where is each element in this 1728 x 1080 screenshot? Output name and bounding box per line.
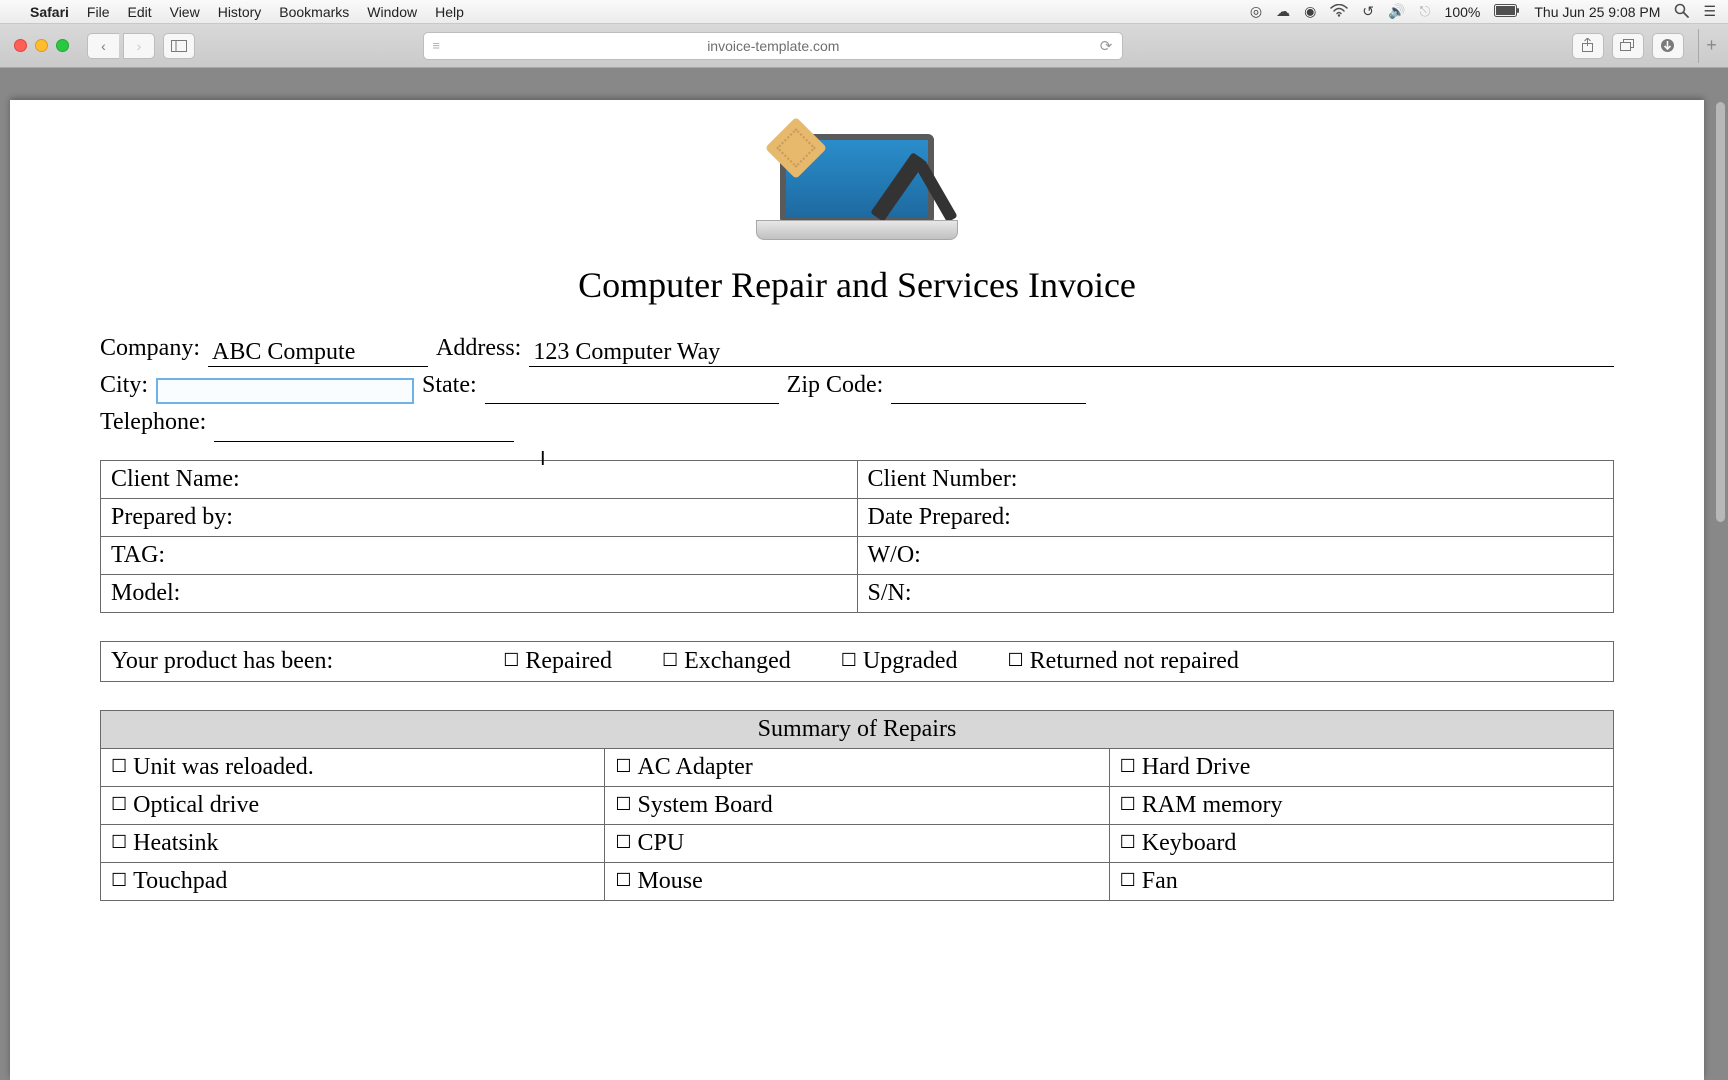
table-row: TAG: W/O: <box>101 536 1614 574</box>
summary-header: Summary of Repairs <box>101 710 1614 748</box>
option-returned[interactable]: ☐Returned not repaired <box>1008 648 1239 675</box>
summary-header-row: Summary of Repairs <box>101 710 1614 748</box>
company-label: Company: <box>100 330 200 367</box>
table-row: Prepared by: Date Prepared: <box>101 498 1614 536</box>
wifi-icon[interactable] <box>1330 4 1348 20</box>
menu-window[interactable]: Window <box>367 4 417 20</box>
tag-cell[interactable]: TAG: <box>101 536 858 574</box>
timemachine-icon[interactable]: ↺ <box>1362 3 1374 20</box>
zip-label: Zip Code: <box>787 367 884 404</box>
menu-history[interactable]: History <box>218 4 262 20</box>
option-upgraded[interactable]: ☐Upgraded <box>841 648 958 675</box>
downloads-button[interactable] <box>1652 33 1684 59</box>
siri-icon[interactable]: ◎ <box>1250 3 1262 20</box>
menu-help[interactable]: Help <box>435 4 464 20</box>
forward-button[interactable]: › <box>123 33 155 59</box>
battery-percent: 100% <box>1445 4 1481 20</box>
state-input[interactable] <box>485 376 779 404</box>
table-row: ☐Optical drive ☐System Board ☐RAM memory <box>101 786 1614 824</box>
repair-item[interactable]: ☐Fan <box>1109 862 1613 900</box>
new-tab-button[interactable]: + <box>1698 29 1718 63</box>
invoice-logo <box>100 130 1614 250</box>
scrollbar[interactable] <box>1713 100 1728 1080</box>
repair-item[interactable]: ☐Touchpad <box>101 862 605 900</box>
city-input[interactable] <box>156 378 414 404</box>
prepared-by-cell[interactable]: Prepared by: <box>101 498 858 536</box>
address-bar[interactable]: ≡ invoice-template.com ⟳ <box>423 32 1123 60</box>
battery-icon[interactable] <box>1494 4 1520 20</box>
model-cell[interactable]: Model: <box>101 574 858 612</box>
date-prepared-cell[interactable]: Date Prepared: <box>857 498 1614 536</box>
repair-item[interactable]: ☐RAM memory <box>1109 786 1613 824</box>
menu-view[interactable]: View <box>170 4 200 20</box>
repair-item[interactable]: ☐Optical drive <box>101 786 605 824</box>
text-cursor-icon: I <box>540 448 1614 458</box>
wo-cell[interactable]: W/O: <box>857 536 1614 574</box>
minimize-button[interactable] <box>35 39 48 52</box>
share-button[interactable] <box>1572 33 1604 59</box>
sn-cell[interactable]: S/N: <box>857 574 1614 612</box>
app-name[interactable]: Safari <box>30 4 69 20</box>
sidebar-button[interactable] <box>163 33 195 59</box>
repair-item[interactable]: ☐Keyboard <box>1109 824 1613 862</box>
repair-item[interactable]: ☐Hard Drive <box>1109 748 1613 786</box>
macos-menubar: Safari File Edit View History Bookmarks … <box>0 0 1728 24</box>
document-title: Computer Repair and Services Invoice <box>100 264 1614 306</box>
notification-center-icon[interactable]: ☰ <box>1703 3 1716 20</box>
window-controls <box>14 39 69 52</box>
telephone-input[interactable] <box>214 414 514 442</box>
table-row: ☐Unit was reloaded. ☐AC Adapter ☐Hard Dr… <box>101 748 1614 786</box>
product-status-row: Your product has been: ☐Repaired ☐Exchan… <box>100 641 1614 682</box>
state-label: State: <box>422 367 477 404</box>
repair-item[interactable]: ☐Heatsink <box>101 824 605 862</box>
close-button[interactable] <box>14 39 27 52</box>
back-button[interactable]: ‹ <box>87 33 119 59</box>
menu-edit[interactable]: Edit <box>127 4 151 20</box>
repair-item[interactable]: ☐System Board <box>605 786 1109 824</box>
clock[interactable]: Thu Jun 25 9:08 PM <box>1534 4 1660 20</box>
tools-icon <box>870 144 948 232</box>
repair-item[interactable]: ☐Unit was reloaded. <box>101 748 605 786</box>
menu-file[interactable]: File <box>87 4 110 20</box>
maximize-button[interactable] <box>56 39 69 52</box>
spotlight-icon[interactable] <box>1674 3 1689 21</box>
tabs-button[interactable] <box>1612 33 1644 59</box>
repair-item[interactable]: ☐AC Adapter <box>605 748 1109 786</box>
record-icon[interactable]: ◉ <box>1304 3 1316 20</box>
option-repaired[interactable]: ☐Repaired <box>503 648 612 675</box>
repair-item[interactable]: ☐Mouse <box>605 862 1109 900</box>
city-label: City: <box>100 367 148 404</box>
address-input[interactable] <box>529 339 1614 367</box>
volume-icon[interactable]: 🔊 <box>1388 3 1405 20</box>
table-row: ☐Heatsink ☐CPU ☐Keyboard <box>101 824 1614 862</box>
client-info-table: Client Name: Client Number: Prepared by:… <box>100 460 1614 613</box>
menu-bookmarks[interactable]: Bookmarks <box>279 4 349 20</box>
table-row: Client Name: Client Number: <box>101 460 1614 498</box>
url-text: invoice-template.com <box>707 38 839 54</box>
product-status-label: Your product has been: <box>111 648 333 675</box>
invoice-document: Computer Repair and Services Invoice Com… <box>10 100 1704 1080</box>
client-name-cell[interactable]: Client Name: <box>101 460 858 498</box>
table-row: Model: S/N: <box>101 574 1614 612</box>
telephone-label: Telephone: <box>100 404 206 441</box>
cloud-icon[interactable]: ☁ <box>1276 3 1290 20</box>
repair-item[interactable]: ☐CPU <box>605 824 1109 862</box>
address-label: Address: <box>436 330 521 367</box>
zip-input[interactable] <box>891 376 1086 404</box>
scrollbar-thumb[interactable] <box>1716 102 1725 522</box>
client-number-cell[interactable]: Client Number: <box>857 460 1614 498</box>
reload-icon[interactable]: ⟳ <box>1100 37 1113 55</box>
safari-toolbar: ‹ › ≡ invoice-template.com ⟳ + <box>0 24 1728 68</box>
option-exchanged[interactable]: ☐Exchanged <box>662 648 791 675</box>
company-input[interactable] <box>208 339 428 367</box>
browser-viewport: Computer Repair and Services Invoice Com… <box>0 68 1728 1080</box>
summary-table: Summary of Repairs ☐Unit was reloaded. ☐… <box>100 710 1614 901</box>
bluetooth-icon[interactable]: ⎋ <box>1419 3 1430 20</box>
reader-icon[interactable]: ≡ <box>432 38 440 53</box>
table-row: ☐Touchpad ☐Mouse ☐Fan <box>101 862 1614 900</box>
